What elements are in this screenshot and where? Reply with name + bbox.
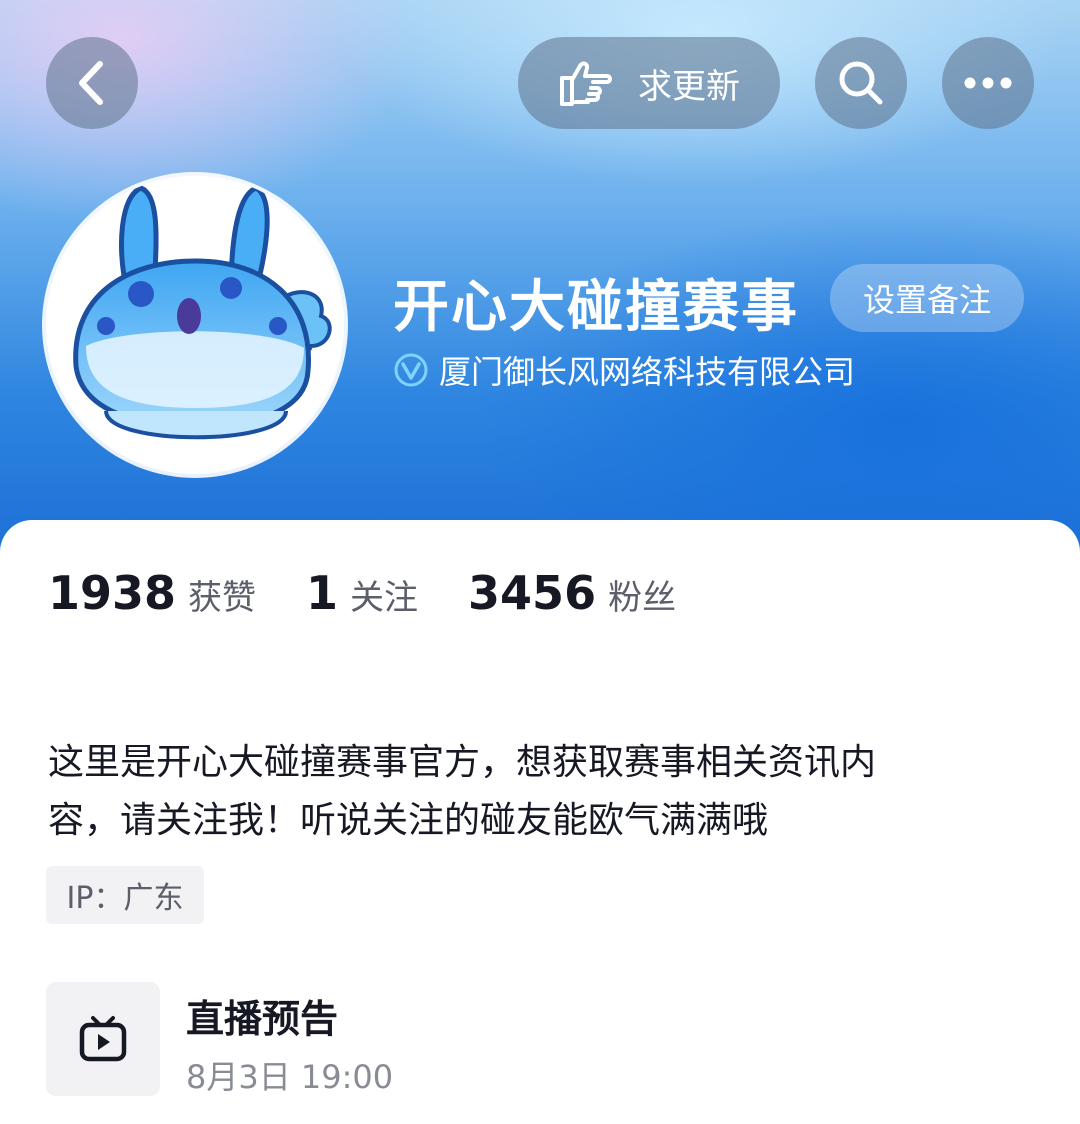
following-stat[interactable]: 1 关注 [306, 566, 418, 620]
followers-stat[interactable]: 3456 粉丝 [468, 566, 676, 620]
bio-text: 这里是开心大碰撞赛事官方，想获取赛事相关资讯内 容，请关注我！听说关注的碰友能欧… [48, 734, 1008, 850]
request-update-label: 求更新 [638, 66, 740, 107]
live-preview-icon-box[interactable] [46, 982, 160, 1096]
bio-line-1: 这里是开心大碰撞赛事官方，想获取赛事相关资讯内 [48, 742, 877, 783]
mascot-avatar-image [46, 176, 344, 474]
verified-v-icon [394, 353, 428, 387]
set-remark-button[interactable]: 设置备注 [830, 264, 1024, 332]
company-name: 厦门御长风网络科技有限公司 [439, 353, 856, 391]
followers-label: 粉丝 [608, 578, 677, 618]
avatar[interactable] [46, 176, 344, 474]
following-label: 关注 [350, 578, 419, 618]
likes-label: 获赞 [188, 578, 257, 618]
search-button[interactable] [815, 37, 907, 129]
pointing-hand-icon [560, 61, 612, 106]
bio-line-2: 容，请关注我！听说关注的碰友能欧气满满哦 [48, 800, 769, 841]
following-count: 1 [306, 566, 339, 620]
chevron-left-icon [79, 61, 103, 105]
likes-count: 1938 [48, 566, 177, 620]
live-preview-time: 8月3日 19:00 [186, 1058, 394, 1096]
ip-location-tag: IP：广东 [46, 866, 204, 924]
likes-stat[interactable]: 1938 获赞 [48, 566, 256, 620]
profile-name: 开心大碰撞赛事 [393, 275, 799, 340]
back-button[interactable] [46, 37, 138, 129]
tv-play-icon [79, 1016, 127, 1062]
more-button[interactable] [942, 37, 1034, 129]
live-preview-title[interactable]: 直播预告 [186, 988, 338, 1043]
more-dots-icon [964, 77, 1012, 89]
search-icon [839, 61, 883, 105]
request-update-button[interactable]: 求更新 [518, 37, 780, 129]
verified-company[interactable]: 厦门御长风网络科技有限公司 [393, 348, 855, 392]
followers-count: 3456 [468, 566, 597, 620]
stats-row: 1938 获赞 1 关注 3456 粉丝 [48, 566, 726, 620]
